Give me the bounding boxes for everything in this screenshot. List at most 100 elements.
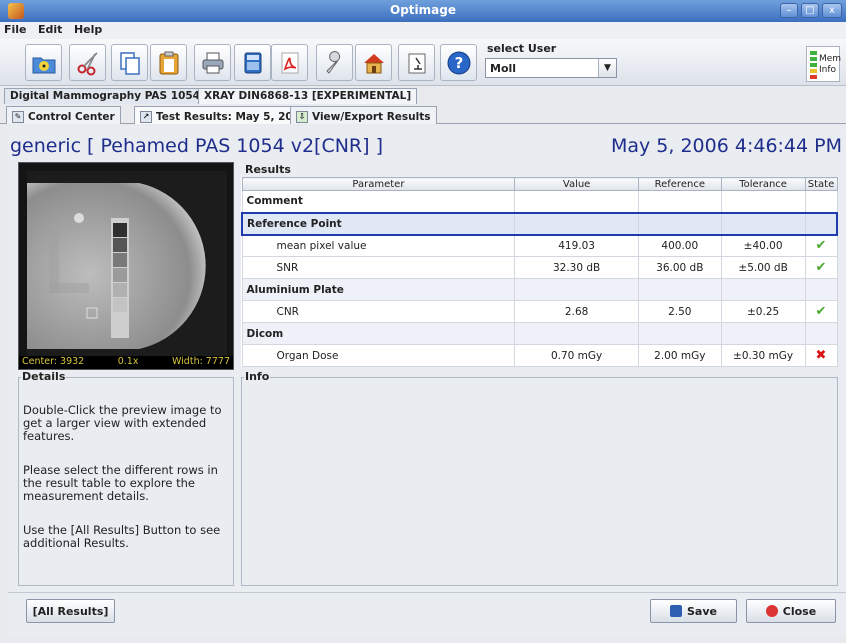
menu-edit[interactable]: Edit — [34, 22, 66, 36]
cell-parameter: Dicom — [241, 322, 516, 345]
column-header-tolerance[interactable]: Tolerance — [720, 177, 806, 191]
cut-button[interactable] — [69, 44, 106, 81]
table-row[interactable]: SNR 32.30 dB 36.00 dB ±5.00 dB ✔ — [241, 256, 838, 279]
cell-tolerance: ±5.00 dB — [720, 256, 806, 279]
column-header-state[interactable]: State — [804, 177, 838, 191]
minimize-button[interactable]: – — [780, 3, 798, 18]
open-button[interactable] — [25, 44, 62, 81]
user-select-label: select User — [487, 42, 557, 55]
results-table: Parameter Value Reference Tolerance Stat… — [241, 177, 838, 367]
window-title: Optimage — [390, 3, 456, 17]
help-icon: ? — [447, 51, 470, 74]
cell-tolerance — [720, 322, 806, 345]
pdf-button[interactable] — [271, 44, 308, 81]
cell-tolerance — [720, 211, 806, 236]
microscope-icon — [408, 53, 425, 73]
tab-xray-din[interactable]: XRAY DIN6868-13 [EXPERIMENTAL] — [198, 88, 418, 104]
table-row[interactable]: Comment — [241, 190, 838, 213]
info-panel: Info — [241, 370, 838, 586]
mammography-phantom-image — [19, 163, 233, 359]
help-button[interactable]: ? — [440, 44, 477, 81]
cell-value — [514, 211, 639, 236]
mem-label: Mem — [819, 54, 842, 64]
info-label: Info — [819, 65, 837, 75]
cell-reference: 400.00 — [637, 234, 722, 257]
close-button[interactable]: Close — [746, 599, 836, 623]
cell-reference: 2.00 mGy — [637, 344, 722, 367]
pdf-icon — [281, 52, 298, 73]
check-icon: ✔ — [804, 300, 838, 323]
cell-parameter: Comment — [241, 190, 516, 213]
home-button[interactable] — [355, 44, 392, 81]
user-select-group: select User Moll ▼ — [484, 42, 618, 82]
cell-state — [804, 211, 838, 236]
tab-digital-mammography[interactable]: Digital Mammography PAS 1054 — [4, 88, 206, 104]
chevron-down-icon[interactable]: ▼ — [598, 59, 616, 77]
preview-image[interactable]: Center: 3932 0.1x Width: 7777 — [18, 162, 234, 370]
column-header-value[interactable]: Value — [514, 177, 639, 191]
save-button-label: Save — [687, 604, 717, 618]
info-legend: Info — [244, 370, 271, 383]
cell-state — [804, 190, 838, 213]
copy-button[interactable] — [111, 44, 148, 81]
table-row[interactable]: Aluminium Plate — [241, 278, 838, 301]
cell-parameter: Organ Dose — [241, 344, 516, 367]
all-results-button[interactable]: [All Results] — [26, 599, 115, 623]
calculator-button[interactable] — [234, 44, 271, 81]
cell-parameter: CNR — [241, 300, 516, 323]
save-button[interactable]: Save — [650, 599, 737, 623]
cell-value — [514, 278, 639, 301]
tab-view-export-label: View/Export Results — [312, 110, 431, 123]
cell-reference — [637, 278, 722, 301]
mem-bar-icon — [810, 63, 817, 67]
table-row[interactable]: mean pixel value 419.03 400.00 ±40.00 ✔ — [241, 234, 838, 257]
column-header-parameter[interactable]: Parameter — [241, 177, 516, 191]
copy-icon — [119, 51, 140, 75]
details-legend: Details — [21, 370, 67, 383]
table-header-row: Parameter Value Reference Tolerance Stat… — [241, 177, 838, 191]
cell-value — [514, 322, 639, 345]
paste-button[interactable] — [150, 44, 187, 81]
analysis-button[interactable] — [398, 44, 435, 81]
maximize-button[interactable]: □ — [801, 3, 819, 18]
footer-divider — [8, 592, 846, 593]
user-select[interactable]: Moll ▼ — [485, 58, 617, 78]
cell-reference — [637, 322, 722, 345]
preview-center: Center: 3932 — [22, 356, 85, 367]
print-button[interactable] — [194, 44, 231, 81]
table-row[interactable]: CNR 2.68 2.50 ±0.25 ✔ — [241, 300, 838, 323]
toolbar: ? — [0, 39, 846, 86]
cell-tolerance: ±0.30 mGy — [720, 344, 806, 367]
table-row[interactable]: Reference Point — [241, 211, 838, 236]
column-header-reference[interactable]: Reference — [637, 177, 722, 191]
close-window-button[interactable]: x — [822, 3, 842, 18]
menu-help[interactable]: Help — [70, 22, 106, 36]
wrench-icon — [325, 50, 340, 74]
cell-tolerance: ±40.00 — [720, 234, 806, 257]
table-row[interactable]: Organ Dose 0.70 mGy 2.00 mGy ±0.30 mGy ✖ — [241, 344, 838, 367]
close-icon — [765, 605, 778, 617]
cell-tolerance: ±0.25 — [720, 300, 806, 323]
settings-button[interactable] — [316, 44, 353, 81]
results-legend: Results — [245, 163, 291, 176]
table-row[interactable]: Dicom — [241, 322, 838, 345]
cell-state — [804, 322, 838, 345]
sub-tab-bar: ✎ Control Center ↗ Test Results: May 5, … — [0, 105, 846, 124]
cell-value: 419.03 — [514, 234, 639, 257]
check-icon: ✔ — [804, 234, 838, 257]
cell-value — [514, 190, 639, 213]
floppy-disk-icon — [670, 605, 682, 617]
cell-reference — [637, 211, 722, 236]
tab-view-export[interactable]: ⇩ View/Export Results — [290, 106, 437, 124]
tab-test-results-label: Test Results: May 5, 2006 — [156, 110, 308, 123]
tab-test-results[interactable]: ↗ Test Results: May 5, 2006 — [134, 106, 314, 124]
mem-info-button[interactable]: Mem Info — [806, 46, 842, 82]
cell-reference: 2.50 — [637, 300, 722, 323]
menu-file[interactable]: File — [0, 22, 31, 36]
house-icon — [363, 53, 384, 73]
close-button-label: Close — [782, 604, 817, 618]
cross-icon: ✖ — [804, 344, 838, 367]
cell-state — [804, 278, 838, 301]
details-text-1: Double-Click the preview image to get a … — [23, 403, 222, 443]
tab-control-center[interactable]: ✎ Control Center — [6, 106, 121, 124]
